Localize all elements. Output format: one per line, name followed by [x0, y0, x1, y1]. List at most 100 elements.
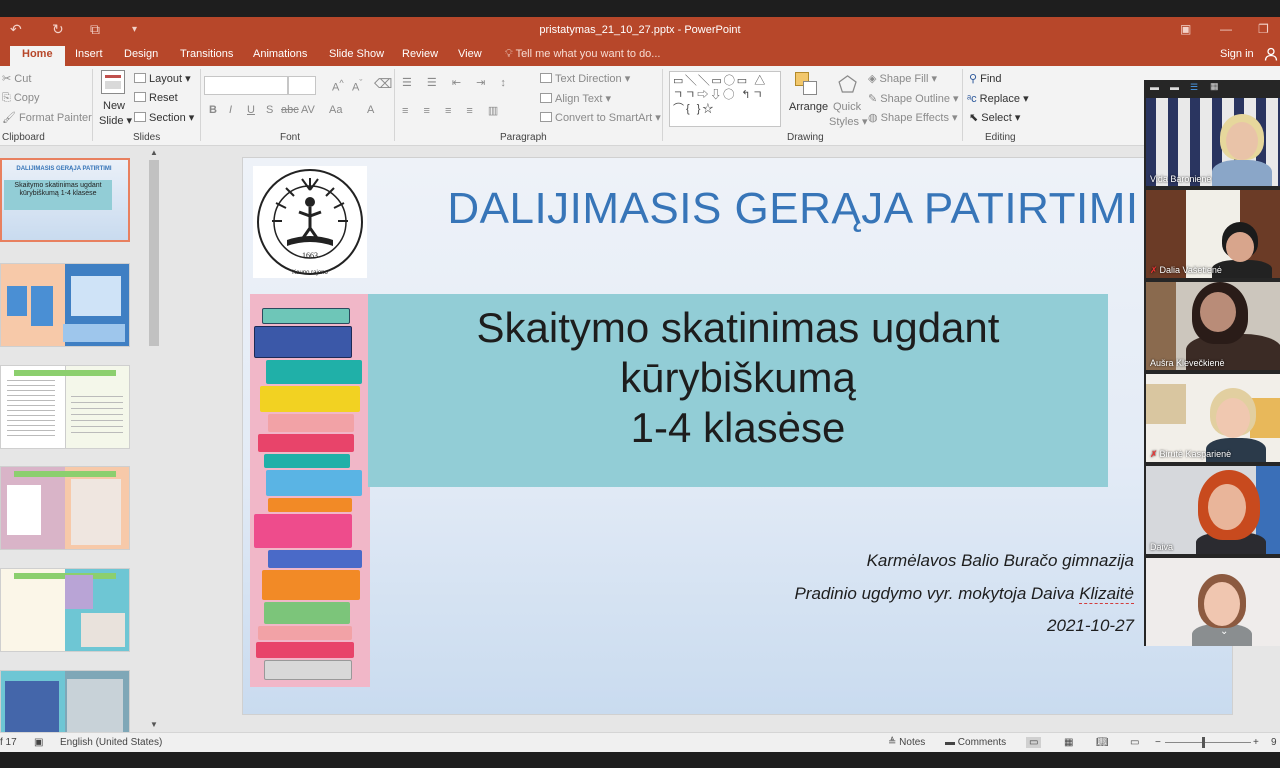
change-case-button[interactable]: Aa [329, 104, 342, 116]
zoom-in-icon[interactable]: + [1253, 737, 1259, 748]
tab-home[interactable]: Home [10, 46, 65, 66]
replace-button[interactable]: ᵃc Replace ▾ [967, 92, 1029, 105]
align-icons[interactable]: ≡ ≡ ≡ ≡ ▥ [402, 104, 504, 117]
spell-check-icon[interactable]: ▣ [34, 737, 43, 748]
bold-button[interactable]: B [209, 104, 217, 116]
shape-outline-button[interactable]: ✎ Shape Outline ▾ [868, 92, 959, 105]
scroll-down-icon[interactable]: ▼ [150, 720, 158, 729]
underline-button[interactable]: U [247, 104, 255, 116]
drawing-group-label: Drawing [787, 132, 824, 143]
participant-tile-2[interactable]: ✗ Dalia Vašėtienė [1146, 190, 1280, 278]
zoom-out-icon[interactable]: − [1155, 737, 1161, 748]
find-button[interactable]: ⚲ Find [969, 72, 1002, 85]
slide-canvas[interactable]: 1663 Kauno rajono DALIJIMASIS GERĄJA PAT… [242, 157, 1233, 715]
copy-button[interactable]: ⎘ Copy [2, 92, 40, 105]
slide-subtitle[interactable]: Skaitymo skatinimas ugdant kūrybiškumą 1… [368, 303, 1108, 453]
tab-view[interactable]: View [458, 48, 482, 60]
tab-transitions[interactable]: Transitions [180, 48, 233, 60]
new-slide-button-line2[interactable]: Slide ▾ [99, 114, 132, 127]
shape-effects-button[interactable]: ◍ Shape Effects ▾ [868, 111, 958, 124]
bullets-icon[interactable]: ☰ ☰ ⇤ ⇥ ↕ [402, 76, 512, 89]
slide-thumbnail-1[interactable]: DALIJIMASIS GERĄJA PATIRTIMI Skaitymo sk… [0, 158, 130, 242]
new-slide-icon[interactable] [101, 70, 125, 94]
tell-me-search[interactable]: 💡︎ Tell me what you want to do... [505, 48, 660, 61]
participant-name: ✗ Birutė Kasparienė [1150, 449, 1232, 459]
notes-button[interactable]: ≜ Notes [888, 737, 925, 748]
slide-thumbnail-2[interactable] [0, 263, 130, 347]
grid-view-icon[interactable]: ▦ [1210, 81, 1219, 92]
normal-view-icon[interactable]: ▭ [1026, 737, 1042, 748]
convert-smartart-button[interactable]: Convert to SmartArt ▾ [540, 111, 661, 124]
restore-icon[interactable]: ❐ [1258, 22, 1269, 36]
slide-thumbnail-3[interactable] [0, 365, 130, 449]
comment-icon: ▬ [945, 737, 958, 748]
thumbnail-view-icon[interactable]: ▬ [1170, 82, 1179, 92]
participant-name: Aušra Klevečkienė [1150, 358, 1225, 368]
reading-view-icon[interactable]: 📖︎ [1096, 737, 1109, 748]
minimize-gallery-icon[interactable]: ▬ [1150, 82, 1159, 92]
participant-tile-1[interactable]: Vida Baronienė [1146, 98, 1280, 186]
font-name-input[interactable] [204, 76, 288, 95]
shrink-font-icon[interactable]: Aˇ [352, 78, 362, 94]
author-school[interactable]: Karmėlavos Balio Buračo gimnazija [867, 551, 1134, 571]
quick-styles-button[interactable]: Quick [833, 101, 861, 113]
tab-slide-show[interactable]: Slide Show [329, 48, 384, 60]
participant-tile-4[interactable]: ✗ Birutė Kasparienė [1146, 374, 1280, 462]
participant-tile-5[interactable]: Daiva [1146, 466, 1280, 554]
tab-review[interactable]: Review [402, 48, 438, 60]
section-button[interactable]: Section ▾ [134, 111, 194, 124]
document-title: pristatymas_21_10_27.pptx - PowerPoint [539, 24, 741, 36]
participant-tile-6[interactable]: ⌄ [1146, 558, 1280, 646]
reset-button[interactable]: Reset [134, 92, 178, 104]
author-role[interactable]: Pradinio ugdymo vyr. mokytoja Daiva Kliz… [794, 584, 1134, 604]
strikethrough-button[interactable]: abc [281, 104, 299, 116]
comments-button[interactable]: ▬ Comments [945, 737, 1006, 748]
select-button[interactable]: ⬉ Select ▾ [969, 111, 1020, 124]
character-spacing-button[interactable]: AV [301, 104, 315, 116]
participant-tile-3[interactable]: Aušra Klevečkienė [1146, 282, 1280, 370]
font-color-button[interactable]: A [367, 104, 374, 116]
shapes-gallery[interactable]: ▭╲╲▭◯▭ △ㄱㄱ⇨⇩◯ ↰ㄱ⌒{ }☆ [669, 71, 781, 127]
quick-styles-button-line2[interactable]: Styles ▾ [829, 115, 868, 128]
scroll-up-icon[interactable]: ▲ [150, 148, 158, 157]
chevron-down-icon[interactable]: ⌄ [1220, 626, 1228, 637]
text-direction-button[interactable]: Text Direction ▾ [540, 72, 630, 85]
arrange-icon[interactable] [795, 72, 819, 98]
zoom-slider[interactable] [1165, 742, 1251, 743]
scrollbar-thumb[interactable] [149, 160, 159, 346]
separator [962, 69, 963, 141]
zoom-slider-thumb[interactable] [1202, 737, 1205, 748]
sign-in-link[interactable]: Sign in [1220, 48, 1254, 60]
minimize-icon[interactable]: — [1220, 22, 1232, 36]
format-painter-button[interactable]: 🖌︎ Format Painter [2, 111, 92, 124]
slide-sorter-icon[interactable]: ▦ [1064, 737, 1073, 748]
slide-title[interactable]: DALIJIMASIS GERĄJA PATIRTIMI [393, 184, 1193, 234]
strip-view-icon[interactable]: ☰ [1190, 82, 1198, 93]
cut-button[interactable]: ✂ Cut [2, 72, 31, 85]
language-indicator[interactable]: English (United States) [60, 737, 162, 748]
shadow-button[interactable]: S [266, 104, 273, 116]
arrange-button[interactable]: Arrange [789, 101, 828, 113]
presentation-date[interactable]: 2021-10-27 [1047, 616, 1134, 636]
thumbnail-scrollbar[interactable]: ▲ ▼ [148, 146, 160, 732]
slide-thumbnail-4[interactable] [0, 466, 130, 550]
separator [394, 69, 395, 141]
quick-styles-icon[interactable]: ⬠ [838, 72, 857, 98]
tab-design[interactable]: Design [124, 48, 158, 60]
slideshow-view-icon[interactable]: ▭ [1130, 737, 1139, 748]
status-bar: f 17 ▣ English (United States) ≜ Notes ▬… [0, 732, 1280, 752]
shape-fill-button[interactable]: ◈ Shape Fill ▾ [868, 72, 937, 85]
grow-font-icon[interactable]: A^ [332, 78, 344, 94]
slide-thumbnail-5[interactable] [0, 568, 130, 652]
ribbon-display-icon[interactable]: ▣ [1180, 22, 1191, 36]
zoom-level[interactable]: 9 [1271, 737, 1277, 748]
account-icon[interactable] [1264, 47, 1278, 61]
font-size-input[interactable] [288, 76, 316, 95]
layout-button[interactable]: Layout ▾ [134, 72, 191, 85]
clear-formatting-icon[interactable]: ⌫ [374, 76, 392, 92]
tab-animations[interactable]: Animations [253, 48, 307, 60]
italic-button[interactable]: I [229, 104, 232, 116]
align-text-button[interactable]: Align Text ▾ [540, 92, 611, 105]
tab-insert[interactable]: Insert [75, 48, 103, 60]
new-slide-button[interactable]: New [103, 100, 125, 112]
